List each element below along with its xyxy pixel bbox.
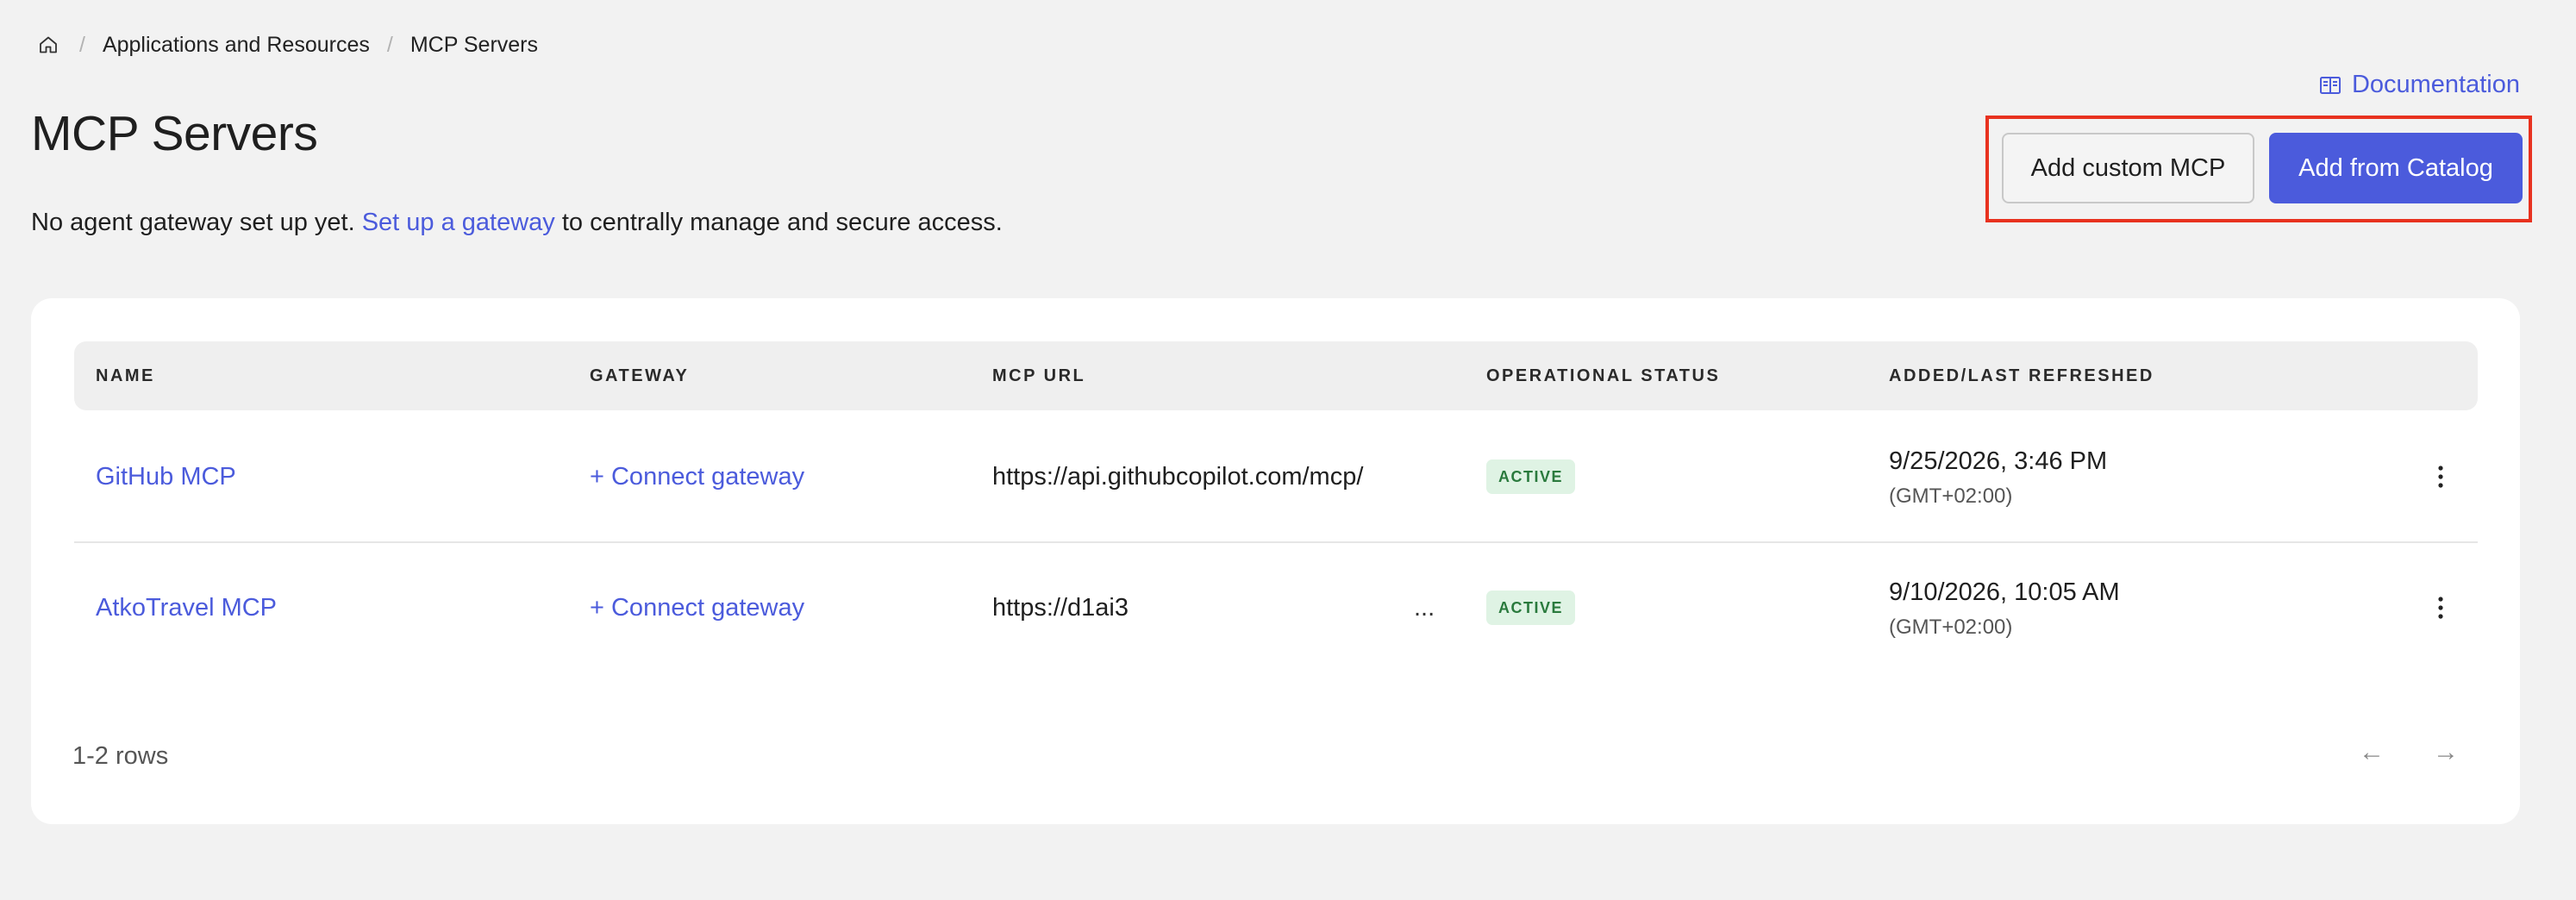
column-header-added: ADDED/LAST REFRESHED	[1889, 366, 2154, 385]
add-custom-mcp-button[interactable]: Add custom MCP	[2002, 133, 2254, 203]
notice-suffix: to centrally manage and secure access.	[554, 209, 1003, 236]
previous-page-arrow-icon[interactable]: ←	[2359, 738, 2385, 767]
status-badge: ACTIVE	[1486, 459, 1576, 494]
gateway-notice: No agent gateway set up yet. Set up a ga…	[31, 209, 1003, 237]
server-name-link[interactable]: AtkoTravel MCP	[96, 594, 277, 622]
table-row: AtkoTravel MCP + Connect gateway https:/…	[74, 543, 2478, 672]
breadcrumb-separator: /	[386, 32, 393, 57]
connect-gateway-link[interactable]: + Connect gateway	[590, 463, 804, 491]
page-title: MCP Servers	[31, 106, 318, 161]
timezone-label: (GMT+02:00)	[1889, 484, 2013, 508]
added-date: 9/25/2026, 3:46 PM	[1889, 447, 2108, 475]
mcp-url: https://api.githubcopilot.com/mcp/	[992, 462, 1364, 491]
added-date: 9/10/2026, 10:05 AM	[1889, 578, 2120, 606]
setup-gateway-link[interactable]: Set up a gateway	[362, 209, 555, 236]
table-header: NAME GATEWAY MCP URL OPERATIONAL STATUS …	[74, 341, 2478, 410]
timezone-label: (GMT+02:00)	[1889, 616, 2013, 639]
row-actions-kebab-icon[interactable]	[2423, 543, 2458, 672]
home-icon[interactable]	[34, 31, 62, 59]
add-from-catalog-button[interactable]: Add from Catalog	[2269, 133, 2523, 203]
row-actions-kebab-icon[interactable]	[2423, 412, 2458, 541]
breadcrumb-separator: /	[79, 32, 85, 57]
documentation-link[interactable]: Documentation	[2319, 71, 2520, 99]
book-icon	[2319, 75, 2342, 96]
mcp-url: https://d1ai3	[992, 593, 1129, 622]
column-header-name: NAME	[96, 366, 155, 385]
column-header-gateway: GATEWAY	[590, 366, 690, 385]
breadcrumb-current: MCP Servers	[410, 32, 538, 57]
mcp-servers-table-card: NAME GATEWAY MCP URL OPERATIONAL STATUS …	[31, 298, 2520, 824]
server-name-link[interactable]: GitHub MCP	[96, 463, 236, 491]
documentation-label: Documentation	[2351, 71, 2520, 98]
notice-prefix: No agent gateway set up yet.	[31, 209, 362, 236]
column-header-mcp-url: MCP URL	[992, 366, 1086, 385]
column-header-status: OPERATIONAL STATUS	[1486, 366, 1721, 385]
row-count: 1-2 rows	[72, 742, 169, 770]
next-page-arrow-icon[interactable]: →	[2433, 738, 2459, 767]
breadcrumb: / Applications and Resources / MCP Serve…	[34, 26, 538, 64]
breadcrumb-applications[interactable]: Applications and Resources	[103, 33, 370, 58]
connect-gateway-link[interactable]: + Connect gateway	[590, 594, 804, 622]
url-more-button[interactable]: ...	[1414, 543, 1435, 672]
table-row: GitHub MCP + Connect gateway https://api…	[74, 412, 2478, 543]
status-badge: ACTIVE	[1486, 591, 1576, 625]
